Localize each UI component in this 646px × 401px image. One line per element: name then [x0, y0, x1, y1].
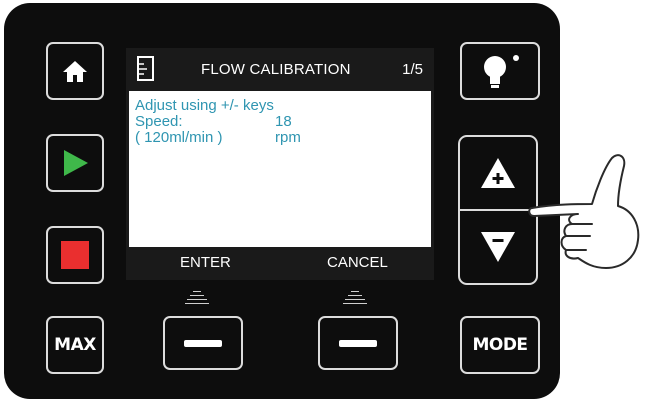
pointing-hand-icon [528, 154, 640, 269]
max-button[interactable]: MAX [46, 316, 104, 374]
softkey-left-indicator [185, 291, 209, 307]
mode-button-label: MODE [472, 335, 528, 355]
softkey-left-button[interactable] [163, 316, 243, 370]
decrease-button[interactable] [460, 211, 536, 283]
speed-value: 18 rpm [275, 113, 301, 146]
max-button-label: MAX [54, 335, 96, 355]
flow-rate-text: ( 120ml/min ) [135, 129, 223, 146]
softkey-left-dash [184, 339, 222, 347]
lcd-display: FLOW CALIBRATION 1/5 Adjust using +/- ke… [126, 48, 434, 280]
lcd-body: Adjust using +/- keys Speed: ( 120ml/min… [135, 97, 301, 146]
softkey-bar: ENTER CANCEL [129, 247, 431, 277]
softkey-right-button[interactable] [318, 316, 398, 370]
home-button[interactable] [46, 42, 104, 100]
lightbulb-icon [484, 55, 519, 88]
instruction-text: Adjust using +/- keys [135, 97, 274, 114]
calibration-icon [137, 56, 154, 81]
lcd-header: FLOW CALIBRATION 1/5 [129, 51, 431, 91]
increase-button[interactable] [460, 137, 536, 209]
stop-button[interactable] [46, 226, 104, 284]
light-button[interactable] [460, 42, 540, 100]
softkey-right-dash [339, 339, 377, 347]
stop-icon [61, 241, 89, 269]
play-icon [64, 150, 88, 176]
increase-icon [481, 158, 515, 188]
page-indicator: 1/5 [402, 61, 423, 78]
screen-title: FLOW CALIBRATION [201, 61, 351, 78]
softkey-right-indicator [343, 291, 367, 307]
softkey-enter-label: ENTER [180, 254, 231, 271]
run-button[interactable] [46, 134, 104, 192]
softkey-cancel-label: CANCEL [327, 254, 388, 271]
decrease-icon [481, 232, 515, 262]
mode-button[interactable]: MODE [460, 316, 540, 374]
home-icon [63, 61, 87, 82]
speed-label: Speed: [135, 113, 183, 130]
